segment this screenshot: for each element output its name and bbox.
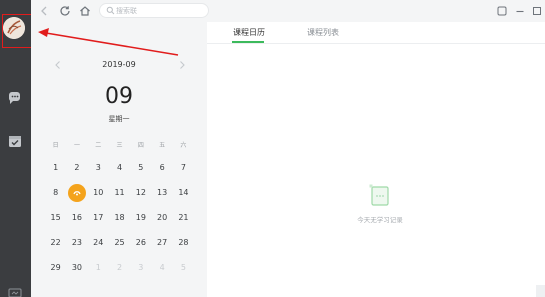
dow-label: 一: [73, 142, 80, 149]
calendar-day[interactable]: 19: [130, 209, 151, 227]
search-icon: [106, 6, 115, 15]
next-month-icon[interactable]: [177, 59, 187, 71]
calendar-day[interactable]: 18: [109, 209, 130, 227]
back-icon[interactable]: [37, 4, 51, 18]
refresh-icon[interactable]: [58, 4, 72, 18]
calendar-day-next-month[interactable]: 1: [88, 259, 109, 277]
calendar-day[interactable]: 28: [173, 234, 194, 252]
tab-divider: [207, 43, 545, 44]
calendar-day[interactable]: 12: [130, 184, 151, 202]
calendar-day[interactable]: 22: [45, 234, 66, 252]
calendar-day[interactable]: 17: [88, 209, 109, 227]
calendar-day[interactable]: 7: [173, 159, 194, 177]
top-bar: [31, 0, 545, 22]
dow-label: 四: [137, 142, 144, 149]
calendar-day-next-month[interactable]: 5: [173, 259, 194, 277]
dow-label: 六: [180, 142, 187, 149]
avatar-highlight-box: [2, 14, 34, 48]
calendar-check-icon[interactable]: [7, 133, 23, 149]
calendar-day[interactable]: 14: [173, 184, 194, 202]
calendar-day[interactable]: 20: [151, 209, 172, 227]
calendar-day[interactable]: 25: [109, 234, 130, 252]
home-icon[interactable]: [78, 4, 92, 18]
search-input[interactable]: [116, 4, 204, 17]
calendar-week: 15 16 17 18 19 20 21: [45, 205, 202, 230]
calendar-day[interactable]: 8: [45, 184, 66, 202]
app-window: 2019-09 09 星期一 日 一 二 三 四 五 六 1 2 3 4 5 6…: [0, 0, 545, 297]
calendar-day[interactable]: 1: [45, 159, 66, 177]
day-of-week-header: 日 一 二 三 四 五 六: [45, 140, 202, 150]
empty-state-text: 今天无学习记录: [357, 216, 403, 224]
calendar-day-next-month[interactable]: 2: [109, 259, 130, 277]
tab-course-calendar[interactable]: 课程日历: [233, 27, 265, 41]
chat-icon[interactable]: [7, 91, 23, 107]
minimize-icon[interactable]: [514, 5, 526, 17]
calendar-day[interactable]: 2: [66, 159, 87, 177]
today-marker-icon: [68, 183, 87, 202]
calendar-week: 22 23 24 25 26 27 28: [45, 231, 202, 256]
calendar-week: 29 30 1 2 3 4 5: [45, 256, 202, 281]
empty-record-icon: [368, 183, 392, 209]
month-navigator: 2019-09: [31, 58, 207, 72]
calendar-day[interactable]: 11: [109, 184, 130, 202]
calendar-day[interactable]: 13: [151, 184, 172, 202]
calendar-day-next-month[interactable]: 3: [130, 259, 151, 277]
maximize-window-icon[interactable]: [496, 5, 508, 17]
calendar-panel: 2019-09 09 星期一 日 一 二 三 四 五 六 1 2 3 4 5 6…: [31, 22, 207, 297]
calendar-day[interactable]: 26: [130, 234, 151, 252]
calendar-day[interactable]: 23: [66, 234, 87, 252]
dow-label: 二: [95, 142, 102, 149]
calendar-day[interactable]: 27: [151, 234, 172, 252]
calendar-grid: 1 2 3 4 5 6 7 8 10 11 12 13 14 15 16 17 …: [45, 155, 202, 281]
calendar-day[interactable]: 30: [66, 259, 87, 277]
calendar-week: 1 2 3 4 5 6 7: [45, 155, 202, 180]
selected-day-number: 09: [105, 84, 133, 109]
search-box[interactable]: [99, 3, 209, 18]
today-day-cell[interactable]: [66, 183, 87, 202]
calendar-day[interactable]: 6: [151, 159, 172, 177]
calendar-day[interactable]: 4: [109, 159, 130, 177]
calendar-day[interactable]: 3: [88, 159, 109, 177]
dow-label: 三: [116, 142, 123, 149]
selected-weekday: 星期一: [108, 115, 130, 123]
dow-label: 五: [159, 142, 166, 149]
calendar-day[interactable]: 29: [45, 259, 66, 277]
calendar-day[interactable]: 15: [45, 209, 66, 227]
tab-course-list[interactable]: 课程列表: [307, 27, 339, 41]
calendar-day[interactable]: 10: [88, 184, 109, 202]
dow-label: 日: [52, 142, 59, 149]
window-resize-corner[interactable]: [536, 285, 545, 297]
calendar-day[interactable]: 21: [173, 209, 194, 227]
calendar-day-next-month[interactable]: 4: [151, 259, 172, 277]
screen-icon[interactable]: [8, 284, 22, 297]
calendar-day[interactable]: 24: [88, 234, 109, 252]
restore-icon[interactable]: [531, 5, 543, 17]
calendar-week: 8 10 11 12 13 14: [45, 180, 202, 205]
calendar-day[interactable]: 5: [130, 159, 151, 177]
calendar-day[interactable]: 16: [66, 209, 87, 227]
